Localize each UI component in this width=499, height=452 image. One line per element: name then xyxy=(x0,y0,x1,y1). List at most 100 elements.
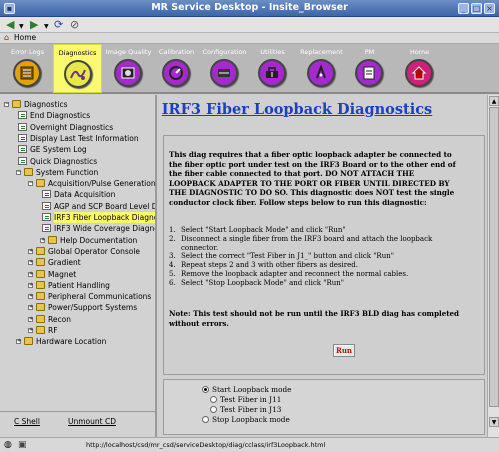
expand-icon[interactable]: + xyxy=(28,248,33,254)
collapse-icon[interactable]: − xyxy=(28,181,33,187)
document-icon xyxy=(42,224,51,233)
image-quality-icon xyxy=(114,59,142,87)
tree-item[interactable]: − Acquisition/Pulse Generation xyxy=(0,178,155,189)
step-text: Disconnect a single fiber from the IRF3 … xyxy=(181,234,433,252)
vertical-scrollbar[interactable]: ▲ ▼ xyxy=(487,95,499,437)
unmount-cd-button[interactable]: Unmount CD xyxy=(68,416,116,427)
tree-item[interactable]: + Help Documentation xyxy=(0,235,155,246)
expand-icon[interactable]: + xyxy=(28,328,33,333)
page-title: IRF3 Fiber Loopback Diagnostics xyxy=(161,101,433,118)
expand-icon[interactable]: + xyxy=(28,260,33,266)
maximize-button[interactable]: □ xyxy=(471,3,482,14)
back-arrow-icon[interactable]: ◀ xyxy=(6,19,14,31)
replacement-icon xyxy=(307,59,335,87)
tree-item[interactable]: + Magnet xyxy=(0,269,155,280)
toolbar-configuration[interactable]: Configuration xyxy=(200,44,249,94)
step-item: 1. Select "Start Loopback Mode" and click… xyxy=(169,226,346,234)
c-shell-button[interactable]: C Shell xyxy=(14,416,40,427)
folder-icon xyxy=(36,303,45,312)
tree-item[interactable]: Data Acquisition xyxy=(0,189,155,200)
tree-item[interactable]: GE System Log xyxy=(0,144,155,155)
toolbar-image-quality[interactable]: Image Quality xyxy=(104,44,153,94)
security-icon: ▣ xyxy=(18,440,27,450)
folder-icon xyxy=(24,167,33,176)
home-bookmark-icon[interactable]: ⌂ xyxy=(4,34,12,42)
minimize-button[interactable]: _ xyxy=(458,3,469,14)
logbook-icon xyxy=(13,59,41,87)
radio-label: Stop Loopback mode xyxy=(212,415,290,424)
diagnostics-tree: − Diagnostics End Diagnostics Overnight Dia… xyxy=(0,95,157,411)
scroll-down-icon[interactable]: ▼ xyxy=(489,417,499,427)
expand-icon[interactable]: + xyxy=(28,271,33,277)
toolbar-utilities[interactable]: Utilities xyxy=(248,44,297,94)
folder-icon xyxy=(36,314,45,323)
folder-icon xyxy=(36,179,45,188)
toolbar-diagnostics[interactable]: Diagnostics xyxy=(53,44,102,93)
tree-item[interactable]: + Hardware Location xyxy=(0,336,155,347)
tree-item[interactable]: + Power/Support Systems xyxy=(0,302,155,313)
home-bookmark[interactable]: Home xyxy=(14,33,36,43)
tree-item[interactable]: IRF3 Fiber Loopback Diagnostics xyxy=(0,212,155,223)
expand-icon[interactable]: + xyxy=(28,316,33,322)
tree-item[interactable]: + Global Operator Console xyxy=(0,246,155,257)
stop-icon[interactable]: ⊘ xyxy=(70,19,79,31)
expand-icon[interactable]: + xyxy=(28,305,33,311)
tree-item[interactable]: Display Last Test Information xyxy=(0,133,155,144)
tree-item[interactable]: + RF xyxy=(0,325,155,336)
step-item: 2. Disconnect a single fiber from the IRF… xyxy=(169,234,433,252)
toolbar-utilities-label: Utilities xyxy=(260,48,285,56)
expand-icon[interactable]: + xyxy=(28,282,33,288)
radio-button[interactable] xyxy=(202,386,209,393)
step-item: 4. Repeat steps 2 and 3 with other fibers… xyxy=(169,261,358,270)
document-icon xyxy=(18,111,27,120)
tree-item[interactable]: − System Function xyxy=(0,167,155,178)
radio-button[interactable] xyxy=(210,406,217,413)
tree-item-label: Data Acquisition xyxy=(54,190,116,200)
tree-item-label: Patient Handling xyxy=(48,280,110,290)
tree-item-label: Peripheral Communications xyxy=(48,292,152,302)
tree-item[interactable]: + Patient Handling xyxy=(0,280,155,291)
tree-item-label: Global Operator Console xyxy=(48,246,141,256)
toolbar-replacement[interactable]: Replacement xyxy=(297,44,346,94)
radio-button[interactable] xyxy=(210,396,217,403)
forward-arrow-icon[interactable]: ▶ xyxy=(30,19,38,31)
tree-item-label: End Diagnostics xyxy=(30,111,91,121)
document-icon xyxy=(42,213,51,221)
tree-item[interactable]: AGP and SCP Board Level Diagn xyxy=(0,201,155,212)
tree-item[interactable]: + Recon xyxy=(0,314,155,325)
back-dropdown-icon[interactable]: ▼ xyxy=(19,21,24,33)
tree-item[interactable]: IRF3 Wide Coverage Diagnost xyxy=(0,223,155,234)
tree-item[interactable]: Overnight Diagnostics xyxy=(0,122,155,133)
collapse-icon[interactable]: − xyxy=(4,102,9,107)
tree-item-label: Gradient xyxy=(48,258,81,268)
tree-item[interactable]: End Diagnostics xyxy=(0,110,155,121)
tree-item-label: RF xyxy=(48,326,58,335)
run-button[interactable]: Run xyxy=(333,344,355,357)
collapse-icon[interactable]: − xyxy=(16,169,21,175)
tree-item-label: Recon xyxy=(48,314,71,324)
expand-icon[interactable]: + xyxy=(28,294,33,300)
reload-icon[interactable]: ⟳ xyxy=(54,19,63,31)
tree-item[interactable]: − Diagnostics xyxy=(0,99,155,110)
tree-item[interactable]: + Peripheral Communications xyxy=(0,291,155,302)
toolbar-pm[interactable]: PM xyxy=(345,44,394,94)
scroll-up-icon[interactable]: ▲ xyxy=(489,96,499,106)
expand-icon[interactable]: + xyxy=(40,237,45,243)
radio-button[interactable] xyxy=(202,416,209,423)
tree-item[interactable]: Quick Diagnostics xyxy=(0,156,155,167)
toolbar-diagnostics-label: Diagnostics xyxy=(58,49,97,57)
toolbar-calibration[interactable]: Calibration xyxy=(152,44,201,94)
step-item: 3. Select the correct "Test Fiber in J1_"… xyxy=(169,252,394,261)
toolbar-home[interactable]: Home xyxy=(395,44,444,94)
radio-label: Start Loopback mode xyxy=(212,385,292,394)
tree-item[interactable]: + Gradient xyxy=(0,257,155,268)
status-bar: ◍ ▣ http://localhost/csd/mr_csd/serviceD… xyxy=(0,437,499,452)
close-button[interactable]: × xyxy=(484,3,495,14)
folder-icon xyxy=(36,246,45,255)
toolbar-error-logs[interactable]: Error Logs xyxy=(3,44,52,94)
expand-icon[interactable]: + xyxy=(16,339,21,345)
forward-dropdown-icon[interactable]: ▼ xyxy=(44,21,49,33)
calibration-icon xyxy=(162,59,190,87)
document-icon xyxy=(18,145,27,154)
scroll-thumb[interactable] xyxy=(489,107,499,407)
